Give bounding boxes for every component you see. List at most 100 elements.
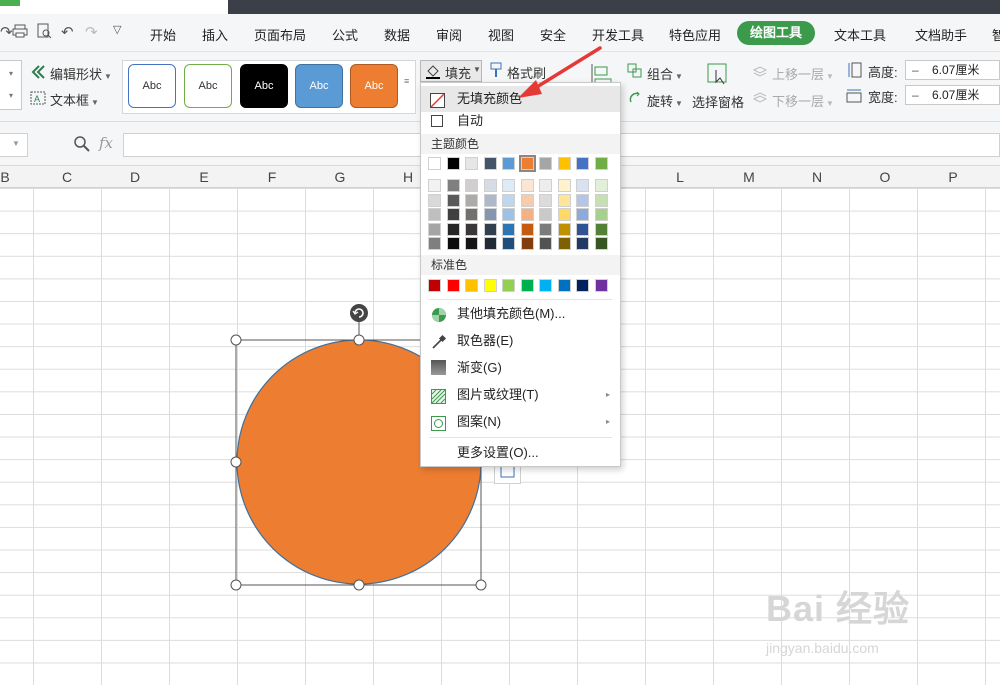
send-backward-button[interactable]: 下移一层 ▼	[772, 91, 834, 110]
column-header-n[interactable]: N	[807, 169, 827, 185]
width-input[interactable]: – 6.07厘米	[905, 85, 1000, 105]
theme-shade-swatch[interactable]	[483, 237, 497, 250]
theme-color-swatch[interactable]	[594, 157, 608, 170]
theme-shade-swatch[interactable]	[446, 237, 460, 250]
theme-shade-swatch[interactable]	[502, 208, 515, 221]
redo-icon[interactable]: ↷	[85, 23, 98, 41]
theme-shade-swatch[interactable]	[594, 193, 608, 207]
standard-color-swatch[interactable]	[576, 279, 589, 292]
theme-shade-swatch[interactable]	[428, 222, 441, 236]
print-icon[interactable]	[12, 23, 28, 43]
column-header-b[interactable]: B	[0, 169, 15, 185]
theme-color-swatch[interactable]	[576, 157, 589, 170]
fx-icon[interactable]: fx	[99, 134, 113, 152]
standard-color-swatch[interactable]	[502, 279, 515, 292]
theme-shade-swatch[interactable]	[557, 222, 571, 236]
height-input[interactable]: – 6.07厘米	[905, 60, 1000, 80]
tab-insert[interactable]: 插入	[202, 25, 228, 44]
theme-shade-swatch[interactable]	[539, 208, 552, 221]
resize-handle-bottom-left[interactable]	[230, 579, 242, 591]
textbox-button[interactable]: 文本框 ▼	[50, 90, 99, 109]
zoom-lookup-icon[interactable]	[73, 135, 91, 156]
theme-color-swatch[interactable]	[483, 157, 497, 170]
customize-quickbar-icon[interactable]: ▽	[113, 23, 121, 36]
theme-shade-swatch[interactable]	[576, 193, 589, 207]
theme-shade-swatch[interactable]	[520, 237, 534, 250]
theme-shade-swatch[interactable]	[465, 193, 478, 207]
fill-button[interactable]: 填充 ▼	[420, 60, 482, 82]
column-header-e[interactable]: E	[194, 169, 214, 185]
theme-shade-swatch[interactable]	[483, 208, 497, 221]
gradient-item[interactable]: 渐变(G)	[421, 355, 620, 381]
theme-color-swatch[interactable]	[502, 157, 515, 170]
undo-icon[interactable]: ↶	[61, 23, 74, 41]
column-header-o[interactable]: O	[875, 169, 895, 185]
shape-style-sample-5[interactable]: Abc	[350, 64, 398, 108]
standard-color-swatch[interactable]	[428, 279, 441, 292]
bring-forward-button[interactable]: 上移一层 ▼	[772, 64, 834, 83]
tab-start[interactable]: 开始	[150, 25, 176, 44]
resize-handle-top-left[interactable]	[230, 334, 242, 346]
edit-shape-button[interactable]: 编辑形状 ▼	[50, 64, 112, 83]
eyedropper-item[interactable]: 取色器(E)	[421, 328, 620, 354]
column-header-f[interactable]: F	[262, 169, 282, 185]
shape-style-sample-3[interactable]: Abc	[240, 64, 288, 108]
theme-shade-swatch[interactable]	[465, 179, 478, 192]
theme-shade-swatch[interactable]	[428, 179, 441, 192]
theme-shade-swatch[interactable]	[594, 208, 608, 221]
theme-shade-swatch[interactable]	[594, 222, 608, 236]
theme-shade-swatch[interactable]	[465, 237, 478, 250]
theme-shade-swatch[interactable]	[502, 193, 515, 207]
theme-shade-swatch[interactable]	[428, 208, 441, 221]
shape-gallery-scroller[interactable]: ▾ ▾	[0, 60, 22, 110]
standard-color-swatch[interactable]	[539, 279, 552, 292]
column-header-p[interactable]: P	[943, 169, 963, 185]
column-header-c[interactable]: C	[57, 169, 77, 185]
name-box-dropdown-icon[interactable]: ▼	[12, 139, 20, 148]
shape-style-sample-2[interactable]: Abc	[184, 64, 232, 108]
theme-shade-swatch[interactable]	[483, 222, 497, 236]
theme-shade-swatch[interactable]	[483, 179, 497, 192]
theme-shade-swatch[interactable]	[428, 193, 441, 207]
theme-shade-swatch[interactable]	[483, 193, 497, 207]
theme-color-swatch[interactable]	[446, 157, 460, 170]
more-fill-colors-item[interactable]: 其他填充颜色(M)...	[421, 301, 620, 327]
pattern-item[interactable]: 图案(N) ▸	[421, 409, 620, 435]
tab-special-apps[interactable]: 特色应用	[669, 25, 721, 44]
tab-doc-assistant[interactable]: 文档助手	[915, 25, 967, 44]
resize-handle-bottom[interactable]	[353, 579, 365, 591]
theme-shade-swatch[interactable]	[502, 179, 515, 192]
theme-shade-swatch[interactable]	[576, 237, 589, 250]
theme-shade-swatch[interactable]	[539, 222, 552, 236]
column-header-g[interactable]: G	[330, 169, 350, 185]
theme-shade-swatch[interactable]	[446, 208, 460, 221]
shape-style-sample-1[interactable]: Abc	[128, 64, 176, 108]
height-decrement-icon[interactable]: –	[912, 61, 919, 79]
theme-shade-swatch[interactable]	[520, 193, 534, 207]
group-button[interactable]: 组合 ▼	[647, 64, 683, 83]
redo-arrow-icon[interactable]: ↷	[0, 23, 13, 41]
width-decrement-icon[interactable]: –	[912, 86, 919, 104]
standard-color-swatch[interactable]	[446, 279, 460, 292]
theme-shade-swatch[interactable]	[502, 222, 515, 236]
standard-color-swatch[interactable]	[557, 279, 571, 292]
tab-review[interactable]: 审阅	[436, 25, 462, 44]
theme-shade-swatch[interactable]	[446, 222, 460, 236]
theme-shade-swatch[interactable]	[557, 193, 571, 207]
theme-shade-swatch[interactable]	[557, 179, 571, 192]
theme-shade-swatch[interactable]	[465, 208, 478, 221]
theme-color-swatch[interactable]	[465, 157, 478, 170]
theme-shade-swatch[interactable]	[502, 237, 515, 250]
gallery-more-icon[interactable]: ≡	[404, 76, 409, 86]
tab-page-layout[interactable]: 页面布局	[254, 25, 306, 44]
theme-shade-swatch[interactable]	[539, 237, 552, 250]
theme-shade-swatch[interactable]	[446, 179, 460, 192]
column-header-h[interactable]: H	[398, 169, 418, 185]
column-header-l[interactable]: L	[670, 169, 690, 185]
resize-handle-top[interactable]	[353, 334, 365, 346]
resize-handle-left[interactable]	[230, 456, 242, 468]
column-header-m[interactable]: M	[739, 169, 759, 185]
theme-shade-swatch[interactable]	[539, 193, 552, 207]
theme-shade-swatch[interactable]	[576, 208, 589, 221]
standard-color-swatch[interactable]	[483, 279, 497, 292]
